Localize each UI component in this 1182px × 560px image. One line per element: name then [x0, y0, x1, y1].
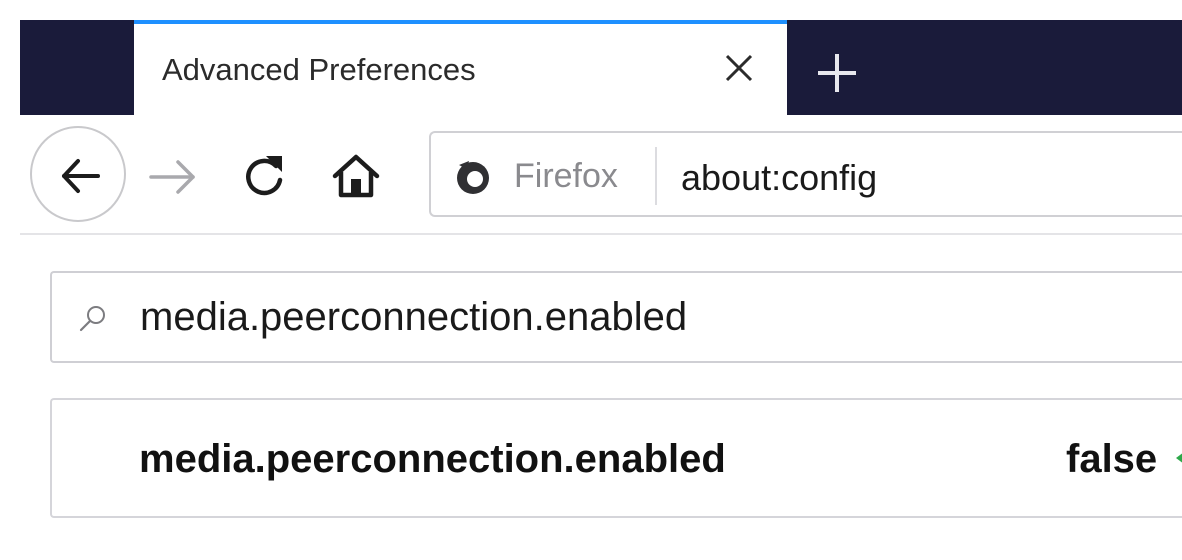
- search-input[interactable]: media.peerconnection.enabled: [50, 271, 1182, 363]
- url-text[interactable]: about:config: [681, 157, 877, 199]
- back-button[interactable]: [30, 126, 126, 222]
- reload-icon[interactable]: [240, 152, 288, 200]
- toolbar-divider: [20, 233, 1182, 235]
- search-value[interactable]: media.peerconnection.enabled: [140, 295, 687, 340]
- firefox-icon[interactable]: [453, 157, 493, 197]
- url-separator: [655, 147, 657, 205]
- tab-accent-bar: [134, 20, 787, 24]
- toggle-icon[interactable]: [1176, 450, 1182, 466]
- arrow-right-icon[interactable]: [145, 155, 201, 199]
- search-icon: [78, 303, 108, 333]
- home-icon[interactable]: [330, 150, 382, 202]
- arrow-left-icon: [62, 159, 100, 193]
- identity-label: Firefox: [514, 157, 618, 195]
- pref-row[interactable]: media.peerconnection.enabled false: [50, 398, 1182, 518]
- pref-value: false: [1066, 437, 1158, 481]
- url-bar[interactable]: Firefox about:config: [429, 131, 1182, 217]
- close-icon[interactable]: [719, 48, 759, 88]
- pref-name: media.peerconnection.enabled: [139, 437, 726, 481]
- tab-advanced-preferences[interactable]: Advanced Preferences: [134, 20, 787, 115]
- tab-title: Advanced Preferences: [162, 52, 476, 87]
- plus-icon[interactable]: [812, 48, 862, 98]
